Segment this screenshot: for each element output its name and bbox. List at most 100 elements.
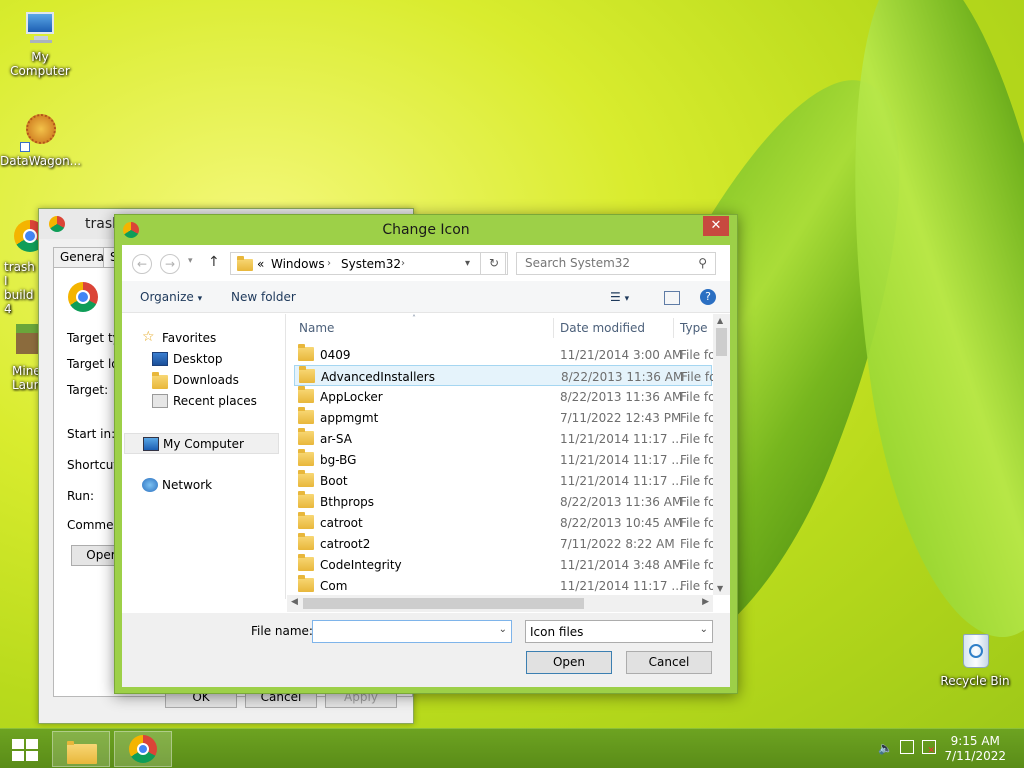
scroll-down-icon[interactable]: ▼ xyxy=(717,584,723,593)
scroll-left-icon[interactable]: ◀ xyxy=(291,597,298,607)
scroll-thumb[interactable] xyxy=(716,328,727,356)
help-icon[interactable]: ? xyxy=(700,289,716,305)
file-type: File fol xyxy=(680,537,716,551)
dialog-title: Change Icon xyxy=(382,222,470,238)
nav-desktop[interactable]: Desktop xyxy=(122,349,282,370)
file-date: 11/21/2014 11:17 ... xyxy=(560,579,683,593)
file-name: CodeIntegrity xyxy=(320,558,402,572)
folder-icon xyxy=(298,428,314,445)
folder-icon xyxy=(298,533,314,550)
chevron-down-icon[interactable]: ⌄ xyxy=(499,624,507,635)
file-type: File fol xyxy=(681,370,717,384)
refresh-button[interactable]: ↻ xyxy=(480,252,508,275)
desktop-icon-datawagon[interactable]: DataWagon... xyxy=(0,112,81,168)
taskbar-file-explorer[interactable] xyxy=(52,731,110,767)
network-status-icon[interactable] xyxy=(900,740,914,754)
cancel-button[interactable]: Cancel xyxy=(626,651,712,674)
file-date: 8/22/2013 10:45 AM xyxy=(560,516,683,530)
chevron-right-icon[interactable]: › xyxy=(401,258,405,269)
search-icon[interactable]: ⚲ xyxy=(698,256,707,270)
column-name[interactable]: Name xyxy=(299,314,334,340)
column-type[interactable]: Type xyxy=(680,314,708,340)
file-type: File fol xyxy=(680,390,716,404)
nav-favorites[interactable]: ☆ Favorites xyxy=(122,328,282,349)
desktop-icon-minecraft[interactable]: Mine Laun xyxy=(0,322,40,392)
scroll-up-icon[interactable]: ▲ xyxy=(717,316,723,325)
windows-logo-icon xyxy=(12,739,38,761)
desktop-icon-my-computer[interactable]: My Computer xyxy=(0,8,80,78)
file-row[interactable]: Bthprops 8/22/2013 11:36 AM File fol xyxy=(294,491,716,512)
file-row[interactable]: ar-SA 11/21/2014 11:17 ... File fol xyxy=(294,428,716,449)
file-date: 8/22/2013 11:36 AM xyxy=(561,370,684,384)
breadcrumb-windows[interactable]: Windows xyxy=(271,257,325,271)
close-button[interactable]: ✕ xyxy=(703,216,729,236)
desktop-icon-recycle-bin[interactable]: Recycle Bin xyxy=(935,632,1015,688)
clock-time: 9:15 AM xyxy=(950,734,1000,748)
breadcrumb-system32[interactable]: System32 xyxy=(341,257,401,271)
action-center-icon[interactable]: ✕ xyxy=(922,740,936,756)
desktop-icon-label: trash I xyxy=(4,260,35,288)
file-name: catroot xyxy=(320,516,363,530)
file-date: 8/22/2013 11:36 AM xyxy=(560,495,683,509)
file-type-select[interactable]: Icon files ⌄ xyxy=(525,620,713,643)
label-target-location: Target lo xyxy=(67,357,119,371)
file-row[interactable]: 0409 11/21/2014 3:00 AM File fol xyxy=(294,344,716,365)
folder-icon xyxy=(298,344,314,361)
file-row[interactable]: bg-BG 11/21/2014 11:17 ... File fol xyxy=(294,449,716,470)
volume-muted-icon[interactable]: 🔈 xyxy=(878,741,893,755)
dialog-titlebar[interactable]: Change Icon ✕ xyxy=(115,215,737,245)
file-type: File fol xyxy=(680,453,716,467)
recycle-bin-icon xyxy=(955,632,995,672)
file-row[interactable]: catroot2 7/11/2022 8:22 AM File fol xyxy=(294,533,716,554)
column-date-modified[interactable]: Date modified xyxy=(560,314,645,340)
file-row[interactable]: appmgmt 7/11/2022 12:43 PM File fol xyxy=(294,407,716,428)
address-bar[interactable]: « Windows › System32 › ▾ xyxy=(230,252,506,275)
search-input[interactable] xyxy=(525,256,685,270)
recent-locations-dropdown[interactable]: ▾ xyxy=(188,256,193,266)
taskbar: 🔈 ✕ 9:15 AM 7/11/2022 xyxy=(0,728,1024,768)
forward-button[interactable]: → xyxy=(160,254,180,274)
preview-pane-icon[interactable] xyxy=(664,291,680,305)
change-icon-dialog[interactable]: Change Icon ✕ ← → ▾ ↑ « Windows › System… xyxy=(114,214,738,694)
file-row[interactable]: CodeIntegrity 11/21/2014 3:48 AM File fol xyxy=(294,554,716,575)
file-row[interactable]: AppLocker 8/22/2013 11:36 AM File fol xyxy=(294,386,716,407)
file-row[interactable]: Boot 11/21/2014 11:17 ... File fol xyxy=(294,470,716,491)
file-name-input[interactable] xyxy=(316,624,491,638)
nav-network[interactable]: Network xyxy=(122,475,282,496)
nav-recent-places[interactable]: Recent places xyxy=(122,391,282,412)
scroll-thumb[interactable] xyxy=(303,598,584,609)
file-row[interactable]: Com 11/21/2014 11:17 ... File fol xyxy=(294,575,716,595)
chevron-down-icon[interactable]: ▾ xyxy=(465,258,470,269)
up-arrow-icon[interactable]: ↑ xyxy=(208,254,220,270)
scroll-right-icon[interactable]: ▶ xyxy=(702,597,709,607)
file-date: 11/21/2014 11:17 ... xyxy=(560,453,683,467)
open-button[interactable]: Open xyxy=(526,651,612,674)
file-row[interactable]: AdvancedInstallers 8/22/2013 11:36 AM File… xyxy=(294,365,717,386)
horizontal-scrollbar[interactable]: ◀ ▶ xyxy=(287,595,713,612)
chevron-right-icon[interactable]: › xyxy=(327,258,331,269)
dialog-content: ← → ▾ ↑ « Windows › System32 › ▾ ↻ ⚲ Org… xyxy=(122,245,730,687)
folder-icon xyxy=(298,386,314,403)
file-list: Name ˄ Date modified Type 0409 11/21/2014… xyxy=(287,314,729,595)
label-target: Target: xyxy=(67,383,109,397)
back-button[interactable]: ← xyxy=(132,254,152,274)
nav-label: Network xyxy=(162,478,213,492)
label-comment: Commen xyxy=(67,518,122,532)
file-date: 8/22/2013 11:36 AM xyxy=(560,390,683,404)
new-folder-button[interactable]: New folder xyxy=(231,290,296,304)
clock[interactable]: 9:15 AM 7/11/2022 xyxy=(944,734,1006,764)
taskbar-chrome[interactable] xyxy=(114,731,172,767)
file-name-combobox[interactable]: ⌄ xyxy=(312,620,512,643)
organize-button[interactable]: Organize ▾ xyxy=(140,290,202,304)
address-overflow[interactable]: « xyxy=(257,257,264,271)
vertical-scrollbar[interactable]: ▲ ▼ xyxy=(713,314,730,595)
start-button[interactable] xyxy=(8,737,40,761)
nav-my-computer[interactable]: My Computer xyxy=(124,433,279,454)
view-options-icon[interactable]: ☰ ▾ xyxy=(610,290,629,304)
file-row[interactable]: catroot 8/22/2013 10:45 AM File fol xyxy=(294,512,716,533)
column-divider xyxy=(673,318,674,338)
chevron-down-icon: ⌄ xyxy=(699,624,708,635)
desktop-icon-trash-build[interactable]: trash I build 4 xyxy=(0,218,40,316)
search-box[interactable]: ⚲ xyxy=(516,252,716,275)
nav-downloads[interactable]: Downloads xyxy=(122,370,282,391)
